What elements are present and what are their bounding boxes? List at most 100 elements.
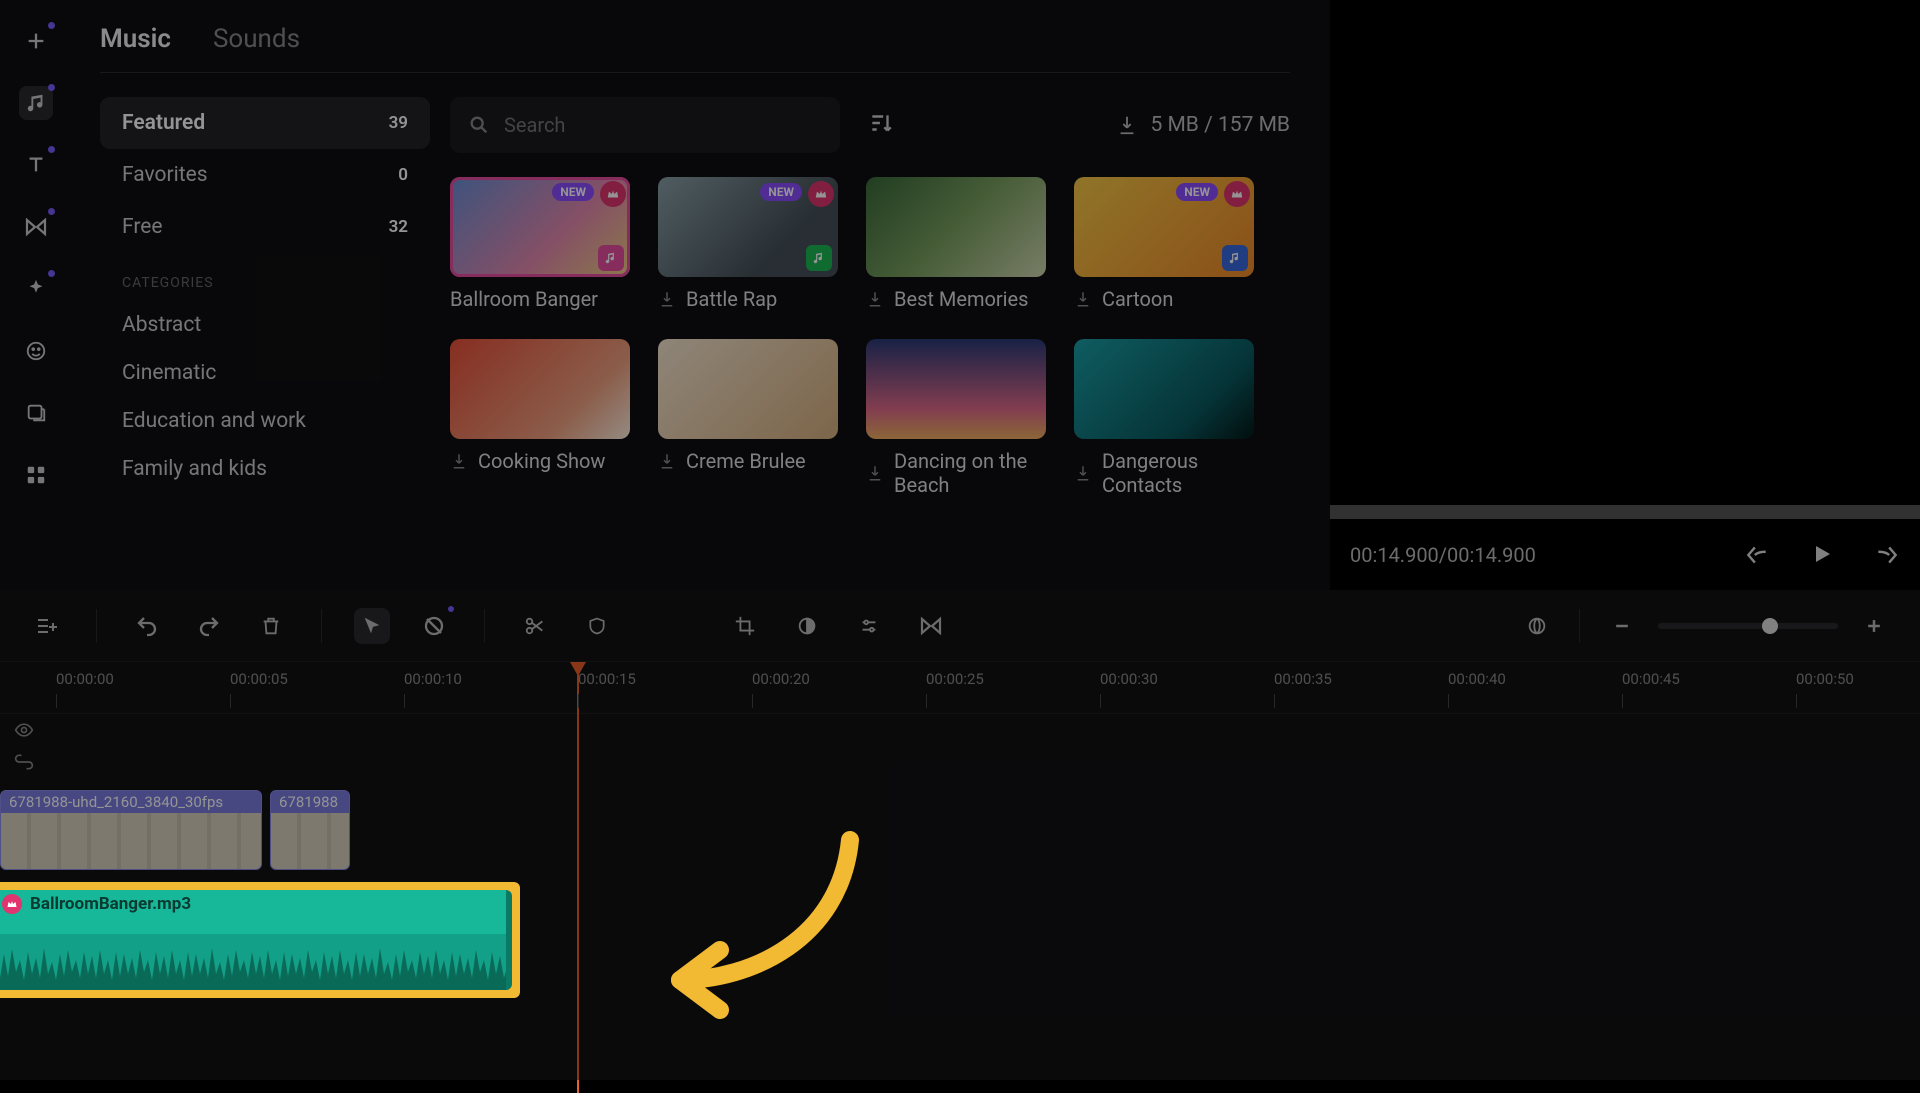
download-icon <box>1116 114 1138 136</box>
link-button[interactable] <box>913 608 949 644</box>
search-input[interactable] <box>504 113 822 137</box>
timeline-toolbar <box>0 590 1920 662</box>
category-item[interactable]: Cinematic <box>100 349 430 397</box>
redo-button[interactable] <box>191 608 227 644</box>
prev-frame-button[interactable] <box>1744 542 1770 568</box>
crop-button[interactable] <box>727 608 763 644</box>
elements-icon[interactable] <box>19 396 53 430</box>
ruler-tick: 00:00:10 <box>404 670 462 688</box>
library-tabs: Music Sounds <box>100 24 1290 73</box>
track-thumbnail[interactable] <box>1074 339 1254 439</box>
playlist-count: 39 <box>389 113 408 133</box>
playlist-label: Free <box>122 215 163 239</box>
ruler-tick: 00:00:15 <box>578 670 636 688</box>
next-frame-button[interactable] <box>1874 542 1900 568</box>
download-icon <box>1074 290 1092 308</box>
track-title: Dangerous Contacts <box>1102 449 1254 497</box>
add-media-icon[interactable] <box>19 24 53 58</box>
music-library-icon[interactable] <box>19 86 53 120</box>
play-button[interactable] <box>1810 542 1834 568</box>
playlist-favorites[interactable]: Favorites0 <box>100 149 430 201</box>
text-tool-icon[interactable] <box>19 148 53 182</box>
audio-clip[interactable]: BallroomBanger.mp3 <box>0 890 512 990</box>
crown-icon <box>600 181 626 207</box>
video-clip[interactable]: 6781988 <box>270 790 350 870</box>
add-track-button[interactable] <box>28 608 64 644</box>
music-note-icon <box>1222 245 1248 271</box>
select-tool-button[interactable] <box>354 608 390 644</box>
sort-icon[interactable] <box>868 110 898 140</box>
music-note-icon <box>598 245 624 271</box>
track-title: Cooking Show <box>478 449 605 473</box>
track-title: Creme Brulee <box>686 449 806 473</box>
search-field[interactable] <box>450 97 840 153</box>
preview-timecode: 00:14.900/00:14.900 <box>1350 543 1536 567</box>
motion-button[interactable] <box>1519 608 1555 644</box>
track-thumbnail[interactable] <box>866 339 1046 439</box>
music-note-icon <box>806 245 832 271</box>
delete-button[interactable] <box>253 608 289 644</box>
ruler-tick: 00:00:05 <box>230 670 288 688</box>
tab-music[interactable]: Music <box>100 24 171 54</box>
timeline-ruler[interactable]: 00:00:0000:00:0500:00:1000:00:1500:00:20… <box>0 662 1920 714</box>
preview-scrubber[interactable] <box>1330 505 1920 519</box>
track-thumbnail[interactable] <box>658 339 838 439</box>
visibility-icon[interactable] <box>14 720 34 740</box>
storage-indicator: 5 MB / 157 MB <box>1116 113 1290 137</box>
track-card[interactable]: Dangerous Contacts <box>1074 339 1254 497</box>
timeline-area: 00:00:0000:00:0500:00:1000:00:1500:00:20… <box>0 590 1920 1080</box>
tab-sounds[interactable]: Sounds <box>213 24 300 54</box>
storage-text: 5 MB / 157 MB <box>1150 113 1290 137</box>
download-icon <box>658 290 676 308</box>
music-library-panel: Music Sounds Featured39Favorites0Free32 … <box>72 0 1330 590</box>
zoom-slider[interactable] <box>1658 623 1838 629</box>
new-badge: NEW <box>760 183 802 201</box>
crown-icon <box>808 181 834 207</box>
effects-icon[interactable] <box>19 272 53 306</box>
track-card[interactable]: NEWBattle Rap <box>658 177 838 311</box>
playhead[interactable] <box>577 662 579 1093</box>
undo-button[interactable] <box>129 608 165 644</box>
stickers-icon[interactable] <box>19 334 53 368</box>
track-card[interactable]: Best Memories <box>866 177 1046 311</box>
new-badge: NEW <box>1176 183 1218 201</box>
crown-icon <box>2 894 22 914</box>
track-thumbnail[interactable]: NEW <box>1074 177 1254 277</box>
track-card[interactable]: NEW Cartoon <box>1074 177 1254 311</box>
track-card[interactable]: NEWBallroom Banger <box>450 177 630 311</box>
audio-clip-highlight: BallroomBanger.mp3 <box>0 882 520 998</box>
ruler-tick: 00:00:40 <box>1448 670 1506 688</box>
track-card[interactable]: Creme Brulee <box>658 339 838 497</box>
ruler-tick: 00:00:20 <box>752 670 810 688</box>
zoom-in-button[interactable] <box>1856 608 1892 644</box>
adjust-button[interactable] <box>851 608 887 644</box>
playlist-featured[interactable]: Featured39 <box>100 97 430 149</box>
playlist-free[interactable]: Free32 <box>100 201 430 253</box>
apps-icon[interactable] <box>19 458 53 492</box>
category-item[interactable]: Family and kids <box>100 445 430 493</box>
color-button[interactable] <box>789 608 825 644</box>
search-icon <box>468 114 490 136</box>
shield-button[interactable] <box>579 608 615 644</box>
categories-header: Categories <box>100 253 430 301</box>
track-card[interactable]: Cooking Show <box>450 339 630 497</box>
track-thumbnail[interactable] <box>450 339 630 439</box>
playlist-label: Favorites <box>122 163 208 187</box>
zoom-out-button[interactable] <box>1604 608 1640 644</box>
track-thumbnail[interactable]: NEW <box>658 177 838 277</box>
category-item[interactable]: Abstract <box>100 301 430 349</box>
video-clip-label: 6781988 <box>271 791 349 813</box>
transitions-icon[interactable] <box>19 210 53 244</box>
track-thumbnail[interactable] <box>866 177 1046 277</box>
category-item[interactable]: Education and work <box>100 397 430 445</box>
snap-toggle-button[interactable] <box>416 608 452 644</box>
download-icon <box>866 290 884 308</box>
left-tool-rail <box>0 0 72 590</box>
waveform-icon <box>0 934 512 990</box>
track-title: Cartoon <box>1102 287 1173 311</box>
track-card[interactable]: Dancing on the Beach <box>866 339 1046 497</box>
link-track-icon[interactable] <box>14 752 34 772</box>
split-button[interactable] <box>517 608 553 644</box>
track-thumbnail[interactable]: NEW <box>450 177 630 277</box>
video-clip[interactable]: 6781988-uhd_2160_3840_30fps <box>0 790 262 870</box>
